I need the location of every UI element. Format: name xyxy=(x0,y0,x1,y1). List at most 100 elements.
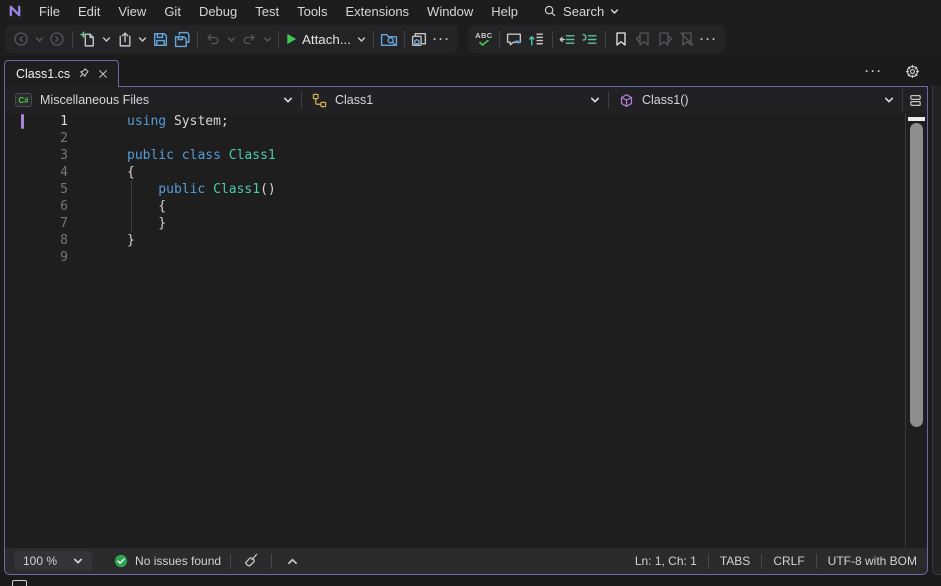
file-encoding[interactable]: UTF-8 with BOM xyxy=(827,554,918,568)
indent-mode[interactable]: TABS xyxy=(719,554,751,568)
undo-button[interactable] xyxy=(202,27,224,51)
save-icon xyxy=(152,31,169,48)
toolbar-overflow-button[interactable]: ··· xyxy=(431,27,453,51)
attach-dropdown[interactable] xyxy=(355,27,369,51)
next-bookmark-icon xyxy=(657,31,673,47)
indent-guide xyxy=(131,181,132,232)
menu-item-help[interactable]: Help xyxy=(482,2,527,21)
new-file-button[interactable] xyxy=(77,27,99,51)
clear-bookmarks-button[interactable] xyxy=(676,27,698,51)
menu-item-git[interactable]: Git xyxy=(155,2,190,21)
find-in-files-button[interactable] xyxy=(378,27,400,51)
overflow-icon: ··· xyxy=(865,66,883,76)
menu-item-tools[interactable]: Tools xyxy=(288,2,336,21)
scrollbar-thumb[interactable] xyxy=(910,123,923,427)
previous-bookmark-icon xyxy=(635,31,651,47)
attach-to-process-button[interactable]: Attach... xyxy=(283,27,355,51)
type-dropdown[interactable]: Class1 xyxy=(302,87,608,113)
menu-item-view[interactable]: View xyxy=(109,2,155,21)
tab-list-button[interactable]: ··· xyxy=(863,62,885,80)
document-tab-strip: Class1.cs ··· xyxy=(0,56,941,86)
line-number[interactable]: 2 xyxy=(5,130,68,147)
chevron-down-icon xyxy=(138,35,147,44)
cursor-position[interactable]: Ln: 1, Ch: 1 xyxy=(634,554,698,568)
menu-item-debug[interactable]: Debug xyxy=(190,2,246,21)
open-file-dropdown[interactable] xyxy=(135,27,149,51)
search-control[interactable]: Search xyxy=(543,4,619,19)
menu-item-edit[interactable]: Edit xyxy=(69,2,109,21)
editor-settings-button[interactable] xyxy=(901,62,923,80)
broom-icon xyxy=(243,553,259,569)
code-line-2[interactable]: 2 xyxy=(5,130,905,147)
code-line-9[interactable]: 9 xyxy=(5,249,905,266)
code-text: } xyxy=(127,215,166,232)
chevron-down-icon xyxy=(283,95,293,105)
navigate-back-button[interactable] xyxy=(10,27,32,51)
sync-active-document-icon xyxy=(411,31,428,48)
code-line-3[interactable]: 3public class Class1 xyxy=(5,147,905,164)
redo-dropdown[interactable] xyxy=(260,27,274,51)
undo-dropdown[interactable] xyxy=(224,27,238,51)
issues-label: No issues found xyxy=(135,554,221,568)
cleanup-options-button[interactable] xyxy=(281,551,303,571)
code-line-4[interactable]: 4{ xyxy=(5,164,905,181)
increase-indent-button[interactable] xyxy=(579,27,601,51)
code-line-1[interactable]: 1using System; xyxy=(5,113,905,130)
line-ending[interactable]: CRLF xyxy=(772,554,805,568)
save-button[interactable] xyxy=(149,27,171,51)
line-number[interactable]: 8 xyxy=(5,232,68,249)
attach-label: Attach... xyxy=(302,32,351,47)
open-file-button[interactable] xyxy=(113,27,135,51)
code-line-5[interactable]: 5public Class1() xyxy=(5,181,905,198)
line-number[interactable]: 9 xyxy=(5,249,68,266)
chevron-down-icon xyxy=(357,35,366,44)
toggle-bookmark-button[interactable] xyxy=(610,27,632,51)
decrease-indent-button[interactable] xyxy=(557,27,579,51)
line-number[interactable]: 5 xyxy=(5,181,68,198)
code-cleanup-button[interactable] xyxy=(240,551,262,571)
line-number[interactable]: 3 xyxy=(5,147,68,164)
menu-item-window[interactable]: Window xyxy=(418,2,482,21)
vertical-scrollbar[interactable] xyxy=(905,113,927,548)
new-file-dropdown[interactable] xyxy=(99,27,113,51)
tab-class1-cs[interactable]: Class1.cs xyxy=(4,60,119,87)
close-tab-button[interactable] xyxy=(97,68,109,80)
sync-active-document-button[interactable] xyxy=(409,27,431,51)
find-in-files-icon xyxy=(380,31,398,48)
separator xyxy=(552,31,553,48)
code-editor[interactable]: 1using System;23public class Class14{5pu… xyxy=(5,113,927,548)
previous-bookmark-button[interactable] xyxy=(632,27,654,51)
code-line-8[interactable]: 8} xyxy=(5,232,905,249)
navigate-back-dropdown[interactable] xyxy=(32,27,46,51)
split-window-button[interactable] xyxy=(902,87,927,113)
line-number[interactable]: 6 xyxy=(5,198,68,215)
menu-item-extensions[interactable]: Extensions xyxy=(336,2,418,21)
forward-icon xyxy=(49,31,65,47)
navigate-forward-button[interactable] xyxy=(46,27,68,51)
split-window-icon xyxy=(908,93,923,108)
next-bookmark-button[interactable] xyxy=(654,27,676,51)
member-dropdown[interactable]: Class1() xyxy=(609,87,902,113)
quick-info-button[interactable] xyxy=(504,27,526,51)
code-line-6[interactable]: 6{ xyxy=(5,198,905,215)
health-indicator[interactable]: No issues found xyxy=(114,554,221,568)
code-area[interactable]: 1using System;23public class Class14{5pu… xyxy=(5,113,905,548)
text-toolbar-overflow-button[interactable]: ··· xyxy=(698,27,720,51)
project-dropdown[interactable]: C# Miscellaneous Files xyxy=(5,87,301,113)
menu-item-file[interactable]: File xyxy=(30,2,69,21)
code-line-7[interactable]: 7} xyxy=(5,215,905,232)
glyph-margin xyxy=(68,181,127,198)
close-icon xyxy=(97,68,109,80)
parameter-info-button[interactable] xyxy=(526,27,548,51)
redo-button[interactable] xyxy=(238,27,260,51)
save-all-button[interactable] xyxy=(171,27,193,51)
menu-item-test[interactable]: Test xyxy=(246,2,288,21)
line-number[interactable]: 4 xyxy=(5,164,68,181)
check-circle-icon xyxy=(114,554,128,568)
toggle-completion-mode-button[interactable]: ABC xyxy=(473,27,495,51)
zoom-control[interactable]: 100 % xyxy=(14,551,92,571)
pin-tab-button[interactable] xyxy=(77,67,90,80)
caret-line-indicator xyxy=(21,114,24,129)
line-number[interactable]: 1 xyxy=(5,113,68,130)
line-number[interactable]: 7 xyxy=(5,215,68,232)
